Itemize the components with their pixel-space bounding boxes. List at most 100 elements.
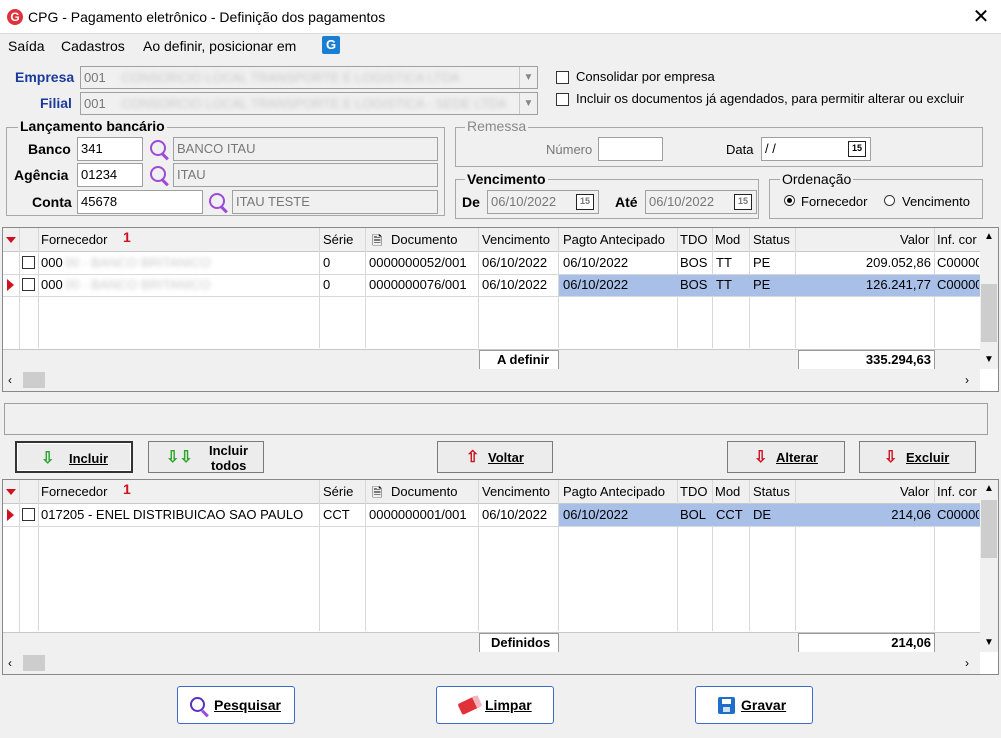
col-status[interactable]: Status bbox=[753, 484, 790, 499]
excluir-button[interactable]: ⇩ Excluir bbox=[859, 441, 976, 473]
sort-icon: 1 bbox=[123, 481, 131, 497]
menu-cadastros[interactable]: Cadastros bbox=[61, 38, 125, 54]
filial-code: 001 bbox=[84, 96, 106, 111]
document-icon: 🗎 bbox=[372, 485, 383, 500]
table-row-selected[interactable]: 000 00 - BANCO BRITANICO 0 0000000076/00… bbox=[3, 274, 980, 296]
conta-code-field[interactable]: 45678 bbox=[77, 190, 203, 214]
consolidar-checkbox[interactable] bbox=[556, 71, 569, 84]
sort-indicator-icon bbox=[6, 489, 16, 495]
calendar-icon[interactable]: 15 bbox=[576, 194, 594, 210]
agencia-code-field[interactable]: 01234 bbox=[77, 163, 143, 187]
vertical-scrollbar[interactable]: ▲ ▼ bbox=[980, 228, 998, 369]
col-mod[interactable]: Mod bbox=[715, 232, 740, 247]
empresa-label: Empresa bbox=[15, 69, 75, 85]
ate-field[interactable]: 06/10/2022 15 bbox=[645, 190, 757, 214]
conta-name-field: ITAU TESTE bbox=[232, 190, 438, 214]
col-vencimento[interactable]: Vencimento bbox=[482, 232, 550, 247]
limpar-button[interactable]: Limpar bbox=[436, 686, 554, 724]
cell-fornecedor: 000 bbox=[41, 255, 63, 270]
chevron-down-icon[interactable]: ▼ bbox=[519, 93, 537, 114]
de-field[interactable]: 06/10/2022 15 bbox=[487, 190, 599, 214]
cell-inf: C00000 bbox=[937, 277, 979, 292]
sort-icon: 1 bbox=[123, 229, 131, 245]
cell-status: DE bbox=[753, 507, 772, 522]
col-pagto[interactable]: Pagto Antecipado bbox=[563, 232, 665, 247]
cell-documento: 0000000001/001 bbox=[369, 507, 467, 522]
table-row[interactable]: 000 00 - BANCO BRITANICO 0 0000000052/00… bbox=[3, 252, 980, 274]
pesquisar-button[interactable]: Pesquisar bbox=[177, 686, 295, 724]
double-arrow-down-icon: ⇩⇩ bbox=[166, 449, 193, 466]
numero-field[interactable] bbox=[598, 137, 663, 161]
search-icon[interactable] bbox=[150, 140, 166, 156]
col-fornecedor[interactable]: Fornecedor bbox=[41, 232, 107, 247]
row-checkbox[interactable] bbox=[22, 278, 35, 291]
col-fornecedor[interactable]: Fornecedor bbox=[41, 484, 107, 499]
agencia-name-field: ITAU bbox=[173, 163, 438, 187]
vertical-scrollbar[interactable]: ▲ ▼ bbox=[980, 480, 998, 652]
remessa-group bbox=[455, 127, 983, 167]
footer-label: Definidos bbox=[491, 635, 551, 650]
cell-valor: 126.241,77 bbox=[865, 277, 931, 292]
row-checkbox[interactable] bbox=[22, 256, 35, 269]
data-field[interactable]: / / 15 bbox=[761, 137, 871, 161]
grid-footer: A definir 335.294,63 bbox=[3, 349, 980, 370]
close-icon[interactable]: ✕ bbox=[964, 3, 998, 31]
incluir-todos-button[interactable]: ⇩⇩ Incluir todos bbox=[148, 441, 264, 473]
col-documento[interactable]: Documento bbox=[391, 484, 457, 499]
col-tdo[interactable]: TDO bbox=[680, 232, 707, 247]
col-inf[interactable]: Inf. cor bbox=[937, 232, 977, 247]
cell-inf: C00000 bbox=[937, 255, 979, 270]
col-serie[interactable]: Série bbox=[323, 484, 353, 499]
col-serie[interactable]: Série bbox=[323, 232, 353, 247]
menu-ao-definir[interactable]: Ao definir, posicionar em bbox=[143, 38, 296, 54]
cell-fornecedor-name: 00 - BANCO BRITANICO bbox=[65, 277, 211, 292]
cell-tdo: BOS bbox=[680, 277, 708, 292]
col-inf[interactable]: Inf. cor bbox=[937, 484, 977, 499]
cell-fornecedor-name: 00 - BANCO BRITANICO bbox=[65, 255, 211, 270]
menu-saida[interactable]: Saída bbox=[8, 38, 45, 54]
horizontal-scrollbar[interactable]: ‹ › bbox=[3, 652, 980, 674]
empresa-combo[interactable]: 001 CONSORCIO LOCAL TRANSPORTE E LOGISTI… bbox=[80, 66, 538, 89]
cell-status: PE bbox=[753, 255, 771, 270]
incluir-button[interactable]: ⇩ Incluir bbox=[15, 441, 133, 473]
arrow-down-red-icon: ⇩ bbox=[884, 449, 898, 466]
col-vencimento[interactable]: Vencimento bbox=[482, 484, 550, 499]
window-title: CPG - Pagamento eletrônico - Definição d… bbox=[28, 9, 386, 25]
banco-code-field[interactable]: 341 bbox=[77, 137, 143, 161]
calendar-icon[interactable]: 15 bbox=[848, 141, 866, 157]
radio-fornecedor[interactable] bbox=[784, 195, 795, 206]
table-row-selected[interactable]: 017205 - ENEL DISTRIBUICAO SAO PAULO CCT… bbox=[3, 504, 980, 526]
col-valor[interactable]: Valor bbox=[900, 232, 929, 247]
filial-combo[interactable]: 001 CONSORCIO LOCAL TRANSPORTE E LOGISTI… bbox=[80, 92, 538, 115]
de-value: 06/10/2022 bbox=[491, 194, 557, 209]
ate-label: Até bbox=[615, 194, 638, 210]
calendar-icon[interactable]: 15 bbox=[734, 194, 752, 210]
col-documento[interactable]: Documento bbox=[391, 232, 457, 247]
col-valor[interactable]: Valor bbox=[900, 484, 929, 499]
cell-vencimento: 06/10/2022 bbox=[482, 255, 548, 270]
footer-label: A definir bbox=[497, 352, 550, 367]
incluir-agendados-checkbox[interactable] bbox=[556, 93, 569, 106]
col-pagto[interactable]: Pagto Antecipado bbox=[563, 484, 665, 499]
radio-vencimento[interactable] bbox=[884, 195, 895, 206]
col-tdo[interactable]: TDO bbox=[680, 484, 707, 499]
search-icon[interactable] bbox=[150, 166, 166, 182]
cell-fornecedor: 000 bbox=[41, 277, 63, 292]
horizontal-scrollbar[interactable]: ‹ › bbox=[3, 369, 980, 391]
gravar-button[interactable]: Gravar bbox=[695, 686, 813, 724]
cell-pagto: 06/10/2022 bbox=[563, 507, 629, 522]
search-icon[interactable] bbox=[209, 193, 225, 209]
row-checkbox[interactable] bbox=[22, 508, 35, 521]
radio-vencimento-label: Vencimento bbox=[902, 194, 970, 209]
col-status[interactable]: Status bbox=[753, 232, 790, 247]
cell-status: PE bbox=[753, 277, 771, 292]
alterar-button[interactable]: ⇩ Alterar bbox=[727, 441, 845, 473]
chevron-down-icon[interactable]: ▼ bbox=[519, 67, 537, 88]
position-icon[interactable]: G bbox=[322, 36, 340, 54]
radio-fornecedor-label: Fornecedor bbox=[801, 194, 868, 209]
filial-label: Filial bbox=[40, 95, 72, 111]
voltar-button[interactable]: ⇧ Voltar bbox=[437, 441, 553, 473]
col-mod[interactable]: Mod bbox=[715, 484, 740, 499]
voltar-label: Voltar bbox=[488, 450, 524, 465]
filial-name: CONSORCIO LOCAL TRANSPORTE E LOGISTICA -… bbox=[121, 96, 507, 111]
